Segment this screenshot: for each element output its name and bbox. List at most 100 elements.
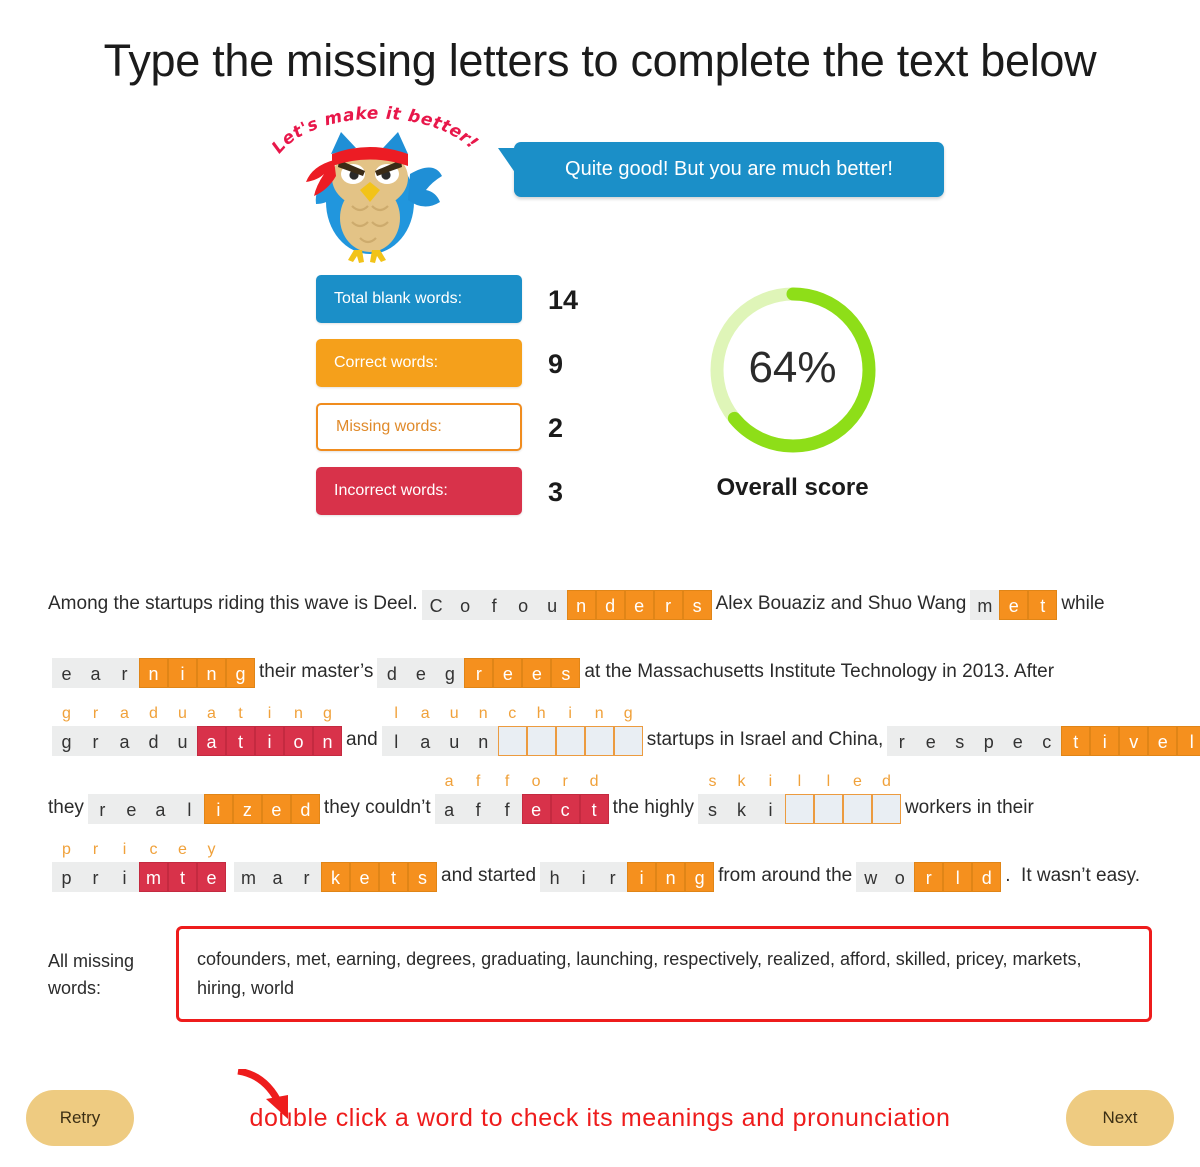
letter-tile[interactable]: r: [464, 657, 494, 688]
letter-tile-empty[interactable]: [842, 793, 872, 824]
letter-tile[interactable]: i: [1090, 725, 1120, 756]
letter-tile-empty[interactable]: [584, 725, 614, 756]
letter-tile-empty[interactable]: [813, 793, 843, 824]
letter-tile[interactable]: e: [1148, 725, 1178, 756]
letter-tile[interactable]: d: [377, 657, 407, 688]
letter-tile[interactable]: i: [168, 657, 197, 688]
letter-tile[interactable]: a: [81, 657, 110, 688]
blank-word[interactable]: afford affect: [434, 770, 609, 824]
letter-tile[interactable]: g: [435, 657, 465, 688]
blank-word[interactable]: respectively: [887, 702, 1200, 756]
letter-tile[interactable]: i: [627, 861, 657, 892]
letter-tile[interactable]: u: [537, 589, 567, 620]
letter-tiles[interactable]: graduation: [52, 725, 342, 756]
letter-tile[interactable]: m: [234, 861, 263, 892]
letter-tile[interactable]: e: [624, 589, 654, 620]
letter-tile[interactable]: n: [313, 725, 342, 756]
letter-tile[interactable]: w: [856, 861, 886, 892]
letter-tile[interactable]: o: [508, 589, 538, 620]
letter-tile[interactable]: c: [550, 793, 580, 824]
letter-tile[interactable]: l: [174, 793, 204, 824]
letter-tile[interactable]: e: [916, 725, 946, 756]
letter-tile[interactable]: a: [145, 793, 175, 824]
letter-tile-empty[interactable]: [497, 725, 527, 756]
letter-tiles[interactable]: markets: [234, 861, 437, 892]
letter-tile[interactable]: i: [569, 861, 599, 892]
letter-tile[interactable]: p: [52, 861, 81, 892]
letter-tile[interactable]: f: [479, 589, 509, 620]
letter-tile[interactable]: o: [450, 589, 480, 620]
letter-tiles[interactable]: primte: [52, 861, 226, 892]
letter-tile[interactable]: i: [110, 861, 139, 892]
letter-tile[interactable]: r: [87, 793, 117, 824]
letter-tile[interactable]: l: [1177, 725, 1200, 756]
letter-tile[interactable]: o: [284, 725, 313, 756]
letter-tile[interactable]: e: [261, 793, 291, 824]
letter-tile[interactable]: g: [226, 657, 255, 688]
letter-tile-empty[interactable]: [526, 725, 556, 756]
letter-tiles[interactable]: affect: [434, 793, 609, 824]
letter-tile[interactable]: a: [263, 861, 292, 892]
retry-button[interactable]: Retry: [26, 1090, 134, 1146]
letter-tile-empty[interactable]: [613, 725, 643, 756]
letter-tile[interactable]: i: [255, 725, 284, 756]
letter-tile[interactable]: i: [755, 793, 785, 824]
blank-word[interactable]: degrees: [377, 634, 581, 688]
letter-tile[interactable]: s: [551, 657, 581, 688]
letter-tile[interactable]: r: [653, 589, 683, 620]
letter-tile[interactable]: d: [595, 589, 625, 620]
blank-word[interactable]: hiring: [540, 838, 715, 892]
letter-tile[interactable]: e: [493, 657, 523, 688]
letter-tile[interactable]: n: [197, 657, 226, 688]
letter-tile[interactable]: d: [290, 793, 320, 824]
blank-word[interactable]: met: [970, 566, 1058, 620]
letter-tile-empty[interactable]: [784, 793, 814, 824]
letter-tile[interactable]: t: [1061, 725, 1091, 756]
letter-tiles[interactable]: world: [856, 861, 1002, 892]
letter-tiles[interactable]: Cofounders: [421, 589, 712, 620]
letter-tile[interactable]: t: [226, 725, 255, 756]
letter-tile-empty[interactable]: [555, 725, 585, 756]
letter-tile[interactable]: v: [1119, 725, 1149, 756]
letter-tile[interactable]: n: [656, 861, 686, 892]
letter-tile[interactable]: r: [81, 861, 110, 892]
blank-word[interactable]: world: [856, 838, 1002, 892]
letter-tile[interactable]: k: [321, 861, 350, 892]
letter-tile[interactable]: e: [197, 861, 226, 892]
letter-tile[interactable]: g: [52, 725, 81, 756]
letter-tiles[interactable]: realized: [87, 793, 320, 824]
letter-tile[interactable]: e: [350, 861, 379, 892]
letter-tile[interactable]: p: [974, 725, 1004, 756]
letter-tile[interactable]: e: [999, 589, 1029, 620]
letter-tile[interactable]: d: [139, 725, 168, 756]
letter-tile[interactable]: n: [139, 657, 168, 688]
letter-tile[interactable]: o: [885, 861, 915, 892]
next-button[interactable]: Next: [1066, 1090, 1174, 1146]
blank-word[interactable]: skilled ski: [697, 770, 901, 824]
letter-tile[interactable]: m: [139, 861, 168, 892]
letter-tile[interactable]: n: [468, 725, 498, 756]
letter-tile[interactable]: e: [406, 657, 436, 688]
letter-tile[interactable]: h: [540, 861, 570, 892]
letter-tile[interactable]: d: [972, 861, 1002, 892]
letter-tile[interactable]: i: [203, 793, 233, 824]
letter-tiles[interactable]: degrees: [377, 657, 581, 688]
blank-word[interactable]: Cofounders: [421, 566, 712, 620]
letter-tile[interactable]: t: [579, 793, 609, 824]
letter-tile[interactable]: u: [168, 725, 197, 756]
blank-word[interactable]: launching laun: [381, 702, 643, 756]
blank-word[interactable]: earning: [52, 634, 255, 688]
blank-word[interactable]: pricey primte: [52, 838, 226, 892]
letter-tile[interactable]: g: [685, 861, 715, 892]
letter-tile[interactable]: k: [726, 793, 756, 824]
letter-tile[interactable]: r: [598, 861, 628, 892]
letter-tile[interactable]: m: [970, 589, 1000, 620]
letter-tile[interactable]: a: [110, 725, 139, 756]
blank-word[interactable]: graduatinggraduation: [52, 702, 342, 756]
letter-tile[interactable]: z: [232, 793, 262, 824]
letter-tiles[interactable]: earning: [52, 657, 255, 688]
letter-tile[interactable]: a: [197, 725, 226, 756]
letter-tile[interactable]: s: [945, 725, 975, 756]
blank-word[interactable]: realized: [87, 770, 320, 824]
letter-tile[interactable]: u: [439, 725, 469, 756]
